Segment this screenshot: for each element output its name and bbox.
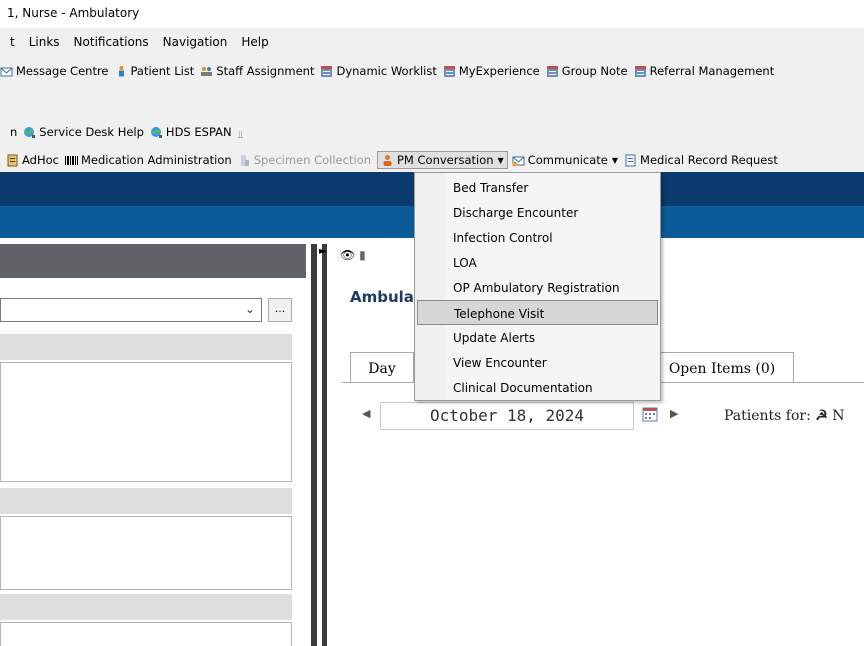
staff-icon: [201, 66, 213, 76]
worklist-icon: [634, 65, 646, 77]
medication-administration-button[interactable]: Medication Administration: [64, 153, 232, 167]
adhoc-button[interactable]: AdHoc: [6, 153, 59, 167]
communicate-button[interactable]: Communicate ▼: [512, 153, 618, 167]
pm-conversation-menu: Bed Transfer Discharge Encounter Infecti…: [414, 172, 661, 401]
chevron-down-icon: ▼: [497, 155, 504, 165]
dynamic-worklist-button[interactable]: Dynamic Worklist: [320, 64, 437, 78]
patients-for-label: Patients for: ☭ N: [724, 408, 845, 424]
barcode-icon: [64, 155, 78, 165]
chevron-down-icon: ▼: [611, 155, 619, 165]
person-icon: [383, 154, 392, 166]
pane-splitter[interactable]: ►: [306, 244, 332, 646]
message-centre-button[interactable]: Message Centre: [0, 64, 109, 78]
page-title: Ambula: [350, 288, 414, 306]
globe-icon: [150, 126, 162, 138]
collapse-icon[interactable]: ►: [319, 246, 327, 257]
menu-item-notifications[interactable]: Notifications: [74, 35, 149, 49]
worklist-icon: [321, 65, 333, 77]
specimen-collection-button[interactable]: Specimen Collection: [238, 153, 371, 167]
right-pane-toolbar: 👁 ▮: [340, 248, 366, 262]
worklist-icon: [546, 65, 558, 77]
toolbar-empty-row: [0, 86, 864, 116]
menu-item-links[interactable]: Links: [29, 35, 60, 49]
menu-bar: t Links Notifications Navigation Help: [0, 28, 864, 56]
previous-date-arrow[interactable]: ◀: [362, 407, 370, 420]
referral-management-button[interactable]: Referral Management: [634, 64, 774, 78]
window-title: 1, Nurse - Ambulatory: [7, 6, 140, 20]
left-pane-section-header: [0, 488, 292, 514]
menu-item-bed-transfer[interactable]: Bed Transfer: [417, 175, 658, 200]
menu-item-loa[interactable]: LOA: [417, 250, 658, 275]
document-icon: [625, 154, 636, 166]
communicate-icon: [512, 156, 525, 166]
left-pane-section-body: [0, 362, 292, 482]
menu-item-view-encounter[interactable]: View Encounter: [417, 350, 658, 375]
menu-item-infection-control[interactable]: Infection Control: [417, 225, 658, 250]
adhoc-icon: [7, 154, 18, 166]
toolbar-links: n Service Desk Help HDS ESPAN ⫫: [0, 116, 864, 148]
myexperience-button[interactable]: MyExperience: [443, 64, 540, 78]
menu-item-clinical-documentation[interactable]: Clinical Documentation: [417, 375, 658, 400]
medical-record-request-button[interactable]: Medical Record Request: [624, 153, 778, 167]
calendar-icon[interactable]: [642, 406, 658, 422]
left-pane-section-header: [0, 334, 292, 360]
left-pane-section-body: [0, 516, 292, 590]
left-pane-select[interactable]: ⌄: [0, 298, 262, 322]
toolbar-overflow-icon[interactable]: ⫫: [238, 130, 244, 141]
menu-item-t[interactable]: t: [10, 35, 15, 49]
binoculars-icon[interactable]: 👁: [340, 248, 355, 262]
group-note-button[interactable]: Group Note: [546, 64, 628, 78]
menu-item-op-ambulatory-registration[interactable]: OP Ambulatory Registration: [417, 275, 658, 300]
globe-icon: [24, 126, 36, 138]
service-desk-help-link[interactable]: Service Desk Help: [23, 125, 144, 139]
toolbar-link-prefix: n: [10, 125, 18, 139]
toolbar-actions: AdHoc Medication Administration Specimen…: [0, 148, 864, 172]
hds-espan-link[interactable]: HDS ESPAN: [150, 125, 232, 139]
menu-item-help[interactable]: Help: [241, 35, 268, 49]
browse-button[interactable]: ...: [268, 298, 292, 322]
menu-item-update-alerts[interactable]: Update Alerts: [417, 325, 658, 350]
people-icon[interactable]: ☭: [815, 408, 828, 424]
left-pane: ⌄ ...: [0, 244, 306, 646]
worklist-icon: [443, 65, 455, 77]
patient-icon: [118, 65, 124, 76]
pm-conversation-button[interactable]: PM Conversation ▼: [376, 151, 508, 169]
left-pane-section-body: [0, 622, 292, 646]
tab-day[interactable]: Day: [350, 352, 414, 382]
next-date-arrow[interactable]: ▶: [670, 407, 678, 420]
date-field[interactable]: October 18, 2024: [380, 402, 634, 430]
patient-list-button[interactable]: Patient List: [115, 64, 194, 78]
specimen-icon: [240, 154, 249, 166]
menu-item-telephone-visit[interactable]: Telephone Visit: [417, 300, 658, 325]
toolbar-primary: Message Centre Patient List Staff Assign…: [0, 56, 864, 86]
chevron-down-icon: ⌄: [244, 302, 255, 316]
message-icon: [0, 67, 13, 76]
tab-open-items[interactable]: Open Items (0): [650, 352, 794, 382]
window-title-bar: 1, Nurse - Ambulatory: [0, 0, 864, 28]
menu-item-discharge-encounter[interactable]: Discharge Encounter: [417, 200, 658, 225]
left-pane-header: [0, 244, 306, 278]
staff-assignment-button[interactable]: Staff Assignment: [200, 64, 314, 78]
left-pane-section-header: [0, 594, 292, 620]
menu-item-navigation[interactable]: Navigation: [163, 35, 228, 49]
page-icon[interactable]: ▮: [359, 248, 366, 262]
